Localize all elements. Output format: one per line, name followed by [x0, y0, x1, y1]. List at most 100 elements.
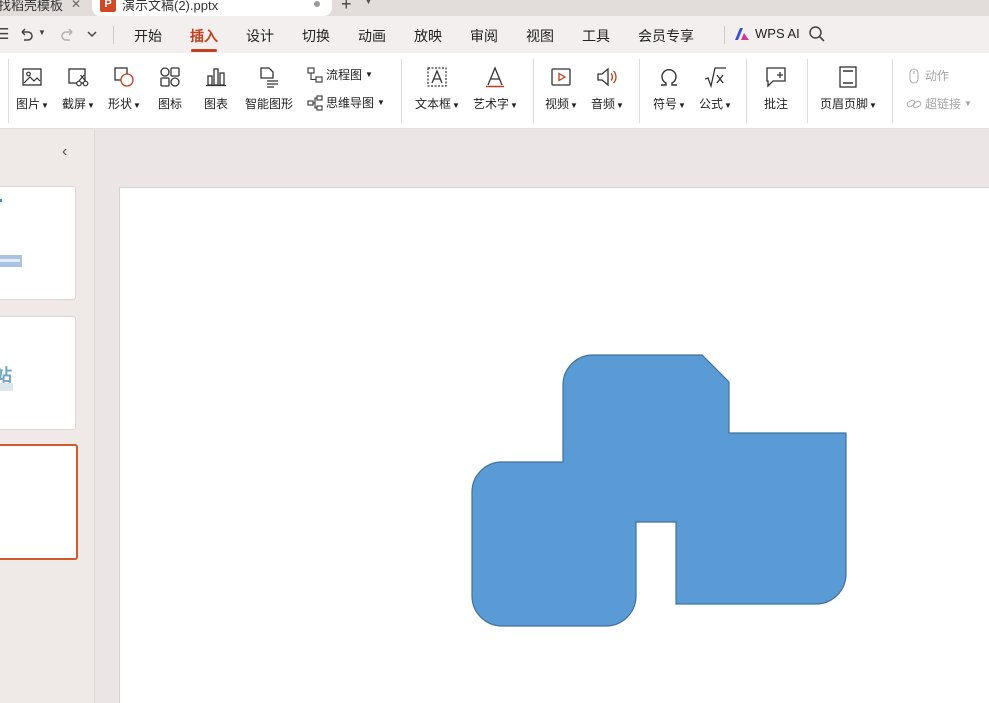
- action-label: 动作: [925, 69, 950, 83]
- tab-template-label: 找稻壳模板: [0, 0, 64, 13]
- omega-icon: [661, 68, 678, 86]
- menu-item-transitions[interactable]: 切换: [302, 26, 330, 46]
- link-icon: [906, 99, 922, 108]
- chart-button[interactable]: 图表: [204, 65, 228, 112]
- tab-template[interactable]: 找稻壳模板 ✕: [0, 0, 81, 16]
- video-label: 视频: [545, 97, 570, 111]
- slide-thumbnail-panel: ‹ 站: [0, 130, 95, 703]
- tab-document-label: 演示文稿(2).pptx: [122, 0, 219, 13]
- textbox-button[interactable]: 文本框▼: [415, 65, 460, 112]
- ribbon-divider: [533, 59, 534, 123]
- comment-button[interactable]: 批注: [764, 65, 788, 112]
- icon-library-icon: [160, 67, 180, 87]
- file-menu-icon[interactable]: ☰: [0, 25, 9, 43]
- menu-bar: ☰ ▼ 开始 插入 设计 切换 动画 放映 审阅 视图 工具 会员专享 WPS …: [0, 16, 989, 53]
- new-tab-plus-icon[interactable]: +: [341, 0, 352, 15]
- flowchart-icon: [307, 66, 323, 83]
- tab-document[interactable]: P 演示文稿(2).pptx: [92, 0, 332, 16]
- action-button[interactable]: 动作: [906, 67, 949, 84]
- hyperlink-label: 超链接: [925, 97, 962, 111]
- icon-library-button[interactable]: 图标: [158, 65, 182, 112]
- audio-label: 音频: [591, 97, 616, 111]
- hyperlink-button[interactable]: 超链接 ▼: [906, 95, 972, 112]
- undo-dropdown-icon[interactable]: ▼: [38, 28, 46, 37]
- wps-ai-button[interactable]: WPS AI: [734, 26, 800, 41]
- sqrt-icon: [705, 67, 727, 89]
- slide-thumbnail-2[interactable]: 站: [0, 316, 76, 430]
- editing-canvas[interactable]: [96, 130, 989, 703]
- menu-item-home[interactable]: 开始: [134, 26, 162, 46]
- menu-divider: [113, 26, 114, 44]
- insert-ribbon: 图片▼ 截屏▼ 形状▼ 图标 图表 智能图形 流程图 ▼ 思维导图 ▼ 文本框▼…: [0, 53, 989, 129]
- screenshot-button[interactable]: 截屏▼: [62, 65, 95, 112]
- shape-icon: [114, 67, 135, 87]
- menu-item-member[interactable]: 会员专享: [638, 26, 694, 46]
- textbox-icon: [427, 67, 448, 87]
- collapse-panel-chevron-left-icon[interactable]: ‹: [62, 143, 67, 161]
- bar-chart-icon: [206, 68, 226, 87]
- textbox-label: 文本框: [415, 97, 452, 111]
- wordart-label: 艺术字: [473, 97, 510, 111]
- unsaved-dot-icon[interactable]: [314, 1, 320, 7]
- menu-item-review[interactable]: 审阅: [470, 26, 498, 46]
- more-chevron-down-icon[interactable]: [86, 28, 98, 40]
- slide-shape-container: [471, 354, 847, 627]
- shape-button[interactable]: 形状▼: [108, 65, 141, 112]
- mindmap-icon: [307, 94, 323, 111]
- comment-label: 批注: [764, 97, 789, 111]
- menu-item-view[interactable]: 视图: [526, 26, 554, 46]
- video-icon: [551, 68, 572, 86]
- ribbon-divider: [401, 59, 402, 123]
- slide-thumbnail-1[interactable]: [0, 186, 76, 300]
- video-button[interactable]: 视频▼: [545, 65, 578, 112]
- audio-button[interactable]: 音频▼: [591, 65, 624, 112]
- ribbon-divider: [639, 59, 640, 123]
- thumb-banner: [0, 255, 22, 267]
- tab-strip: 找稻壳模板 ✕ P 演示文稿(2).pptx + ▼: [0, 0, 989, 16]
- smartart-icon: [260, 67, 278, 88]
- symbol-label: 符号: [653, 97, 678, 111]
- equation-button[interactable]: 公式▼: [699, 65, 732, 112]
- wps-ai-logo-icon: [735, 27, 749, 40]
- screenshot-label: 截屏: [62, 97, 87, 111]
- smartart-button[interactable]: 智能图形: [245, 65, 293, 112]
- slide-thumbnail-3-selected[interactable]: [0, 444, 78, 560]
- redo-icon[interactable]: [60, 26, 76, 42]
- speaker-icon: [597, 67, 618, 87]
- mindmap-button[interactable]: 思维导图 ▼: [307, 94, 385, 111]
- menu-item-slideshow[interactable]: 放映: [414, 26, 442, 46]
- menu-item-animations[interactable]: 动画: [358, 26, 386, 46]
- scissors-icon: [68, 68, 89, 87]
- close-icon[interactable]: ✕: [71, 0, 81, 11]
- chevron-down-icon[interactable]: ▼: [364, 0, 373, 6]
- comment-icon: [766, 67, 786, 88]
- wordart-icon: [486, 66, 505, 88]
- search-icon[interactable]: [808, 25, 826, 43]
- header-footer-button[interactable]: 页眉页脚▼: [820, 65, 877, 112]
- thumb-decoration: [0, 199, 2, 202]
- ribbon-divider: [746, 59, 747, 123]
- active-menu-underline: [191, 49, 217, 52]
- picture-icon: [22, 68, 43, 86]
- ppt-file-icon: P: [100, 0, 116, 12]
- icon-library-label: 图标: [158, 97, 183, 111]
- menu-item-insert[interactable]: 插入: [190, 26, 218, 46]
- undo-icon[interactable]: [18, 26, 34, 42]
- flowchart-label: 流程图: [326, 68, 363, 82]
- smartart-label: 智能图形: [245, 97, 294, 111]
- slide-page[interactable]: [119, 187, 989, 703]
- menu-item-tools[interactable]: 工具: [582, 26, 610, 46]
- mouse-icon: [909, 67, 919, 84]
- wordart-button[interactable]: 艺术字▼: [473, 65, 518, 112]
- menu-item-design[interactable]: 设计: [246, 26, 274, 46]
- picture-button[interactable]: 图片▼: [16, 65, 49, 112]
- shape-label: 形状: [108, 97, 133, 111]
- equation-label: 公式: [699, 97, 724, 111]
- header-footer-label: 页眉页脚: [820, 97, 869, 111]
- chart-label: 图表: [204, 97, 229, 111]
- menu-divider: [724, 26, 725, 44]
- custom-freeform-shape[interactable]: [471, 354, 847, 627]
- flowchart-button[interactable]: 流程图 ▼: [307, 66, 373, 83]
- symbol-button[interactable]: 符号▼: [653, 65, 686, 112]
- mindmap-label: 思维导图: [326, 96, 375, 110]
